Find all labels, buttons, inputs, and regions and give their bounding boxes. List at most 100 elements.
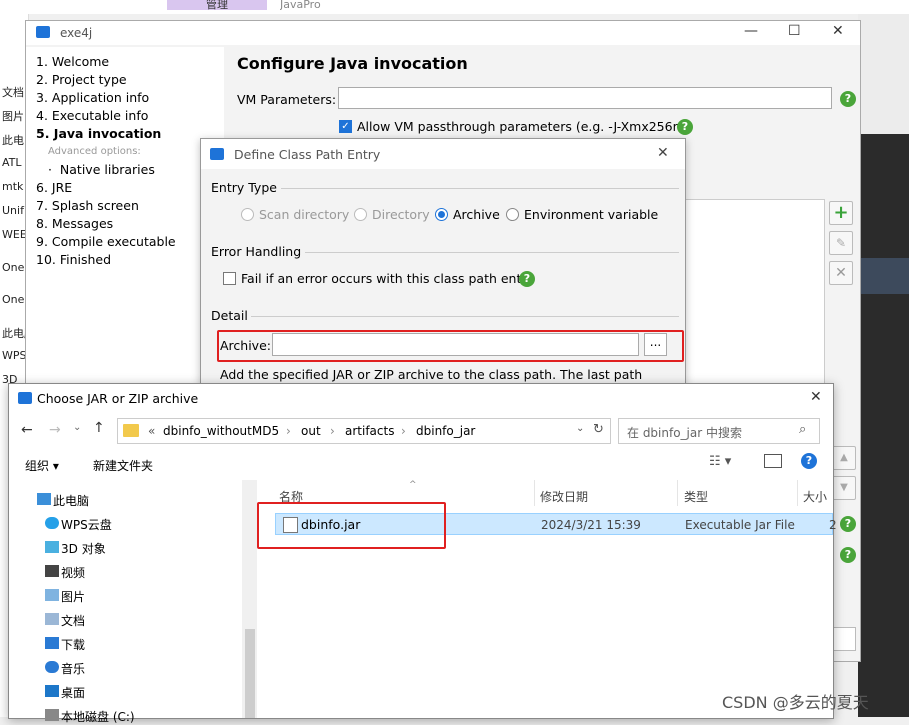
dialog-titlebar: Define Class Path Entry ✕ <box>201 139 685 169</box>
archive-description: Add the specified JAR or ZIP archive to … <box>220 367 643 382</box>
page-title: Configure Java invocation <box>237 54 468 73</box>
radio-environment-variable[interactable] <box>506 208 519 221</box>
refresh-icon[interactable]: ↻ <box>593 422 604 437</box>
close-icon[interactable]: ✕ <box>810 389 822 405</box>
breadcrumb-overflow[interactable]: « <box>148 424 155 438</box>
step-native-libraries[interactable]: · Native libraries <box>48 162 155 177</box>
close-icon[interactable]: ✕ <box>657 145 669 161</box>
define-class-path-entry-dialog: Define Class Path Entry ✕ Entry Type Sca… <box>200 138 686 386</box>
step-finished[interactable]: 10. Finished <box>36 252 111 267</box>
nav-wps-cloud[interactable]: WPS云盘 <box>45 516 112 533</box>
column-divider <box>797 480 798 506</box>
search-placeholder: 在 dbinfo_jar 中搜索 <box>627 426 742 440</box>
chevron-down-icon[interactable]: ⌄ <box>576 423 584 434</box>
allow-passthrough-checkbox[interactable]: ✓ <box>339 120 352 133</box>
edit-icon[interactable]: ✎ <box>829 231 853 255</box>
help-icon[interactable]: ? <box>840 91 856 107</box>
vm-parameters-input[interactable] <box>338 87 832 109</box>
up-icon[interactable]: ↑ <box>93 420 105 436</box>
background-tab-manage: 管理 <box>167 0 267 10</box>
partial-button[interactable] <box>832 627 856 651</box>
scrollbar-thumb[interactable] <box>245 629 255 718</box>
breadcrumb-item[interactable]: dbinfo_jar <box>416 424 475 438</box>
step-jre[interactable]: 6. JRE <box>36 180 72 195</box>
step-java-invocation[interactable]: 5. Java invocation <box>36 126 161 141</box>
address-bar[interactable]: « dbinfo_withoutMD5 › out › artifacts › … <box>117 418 611 444</box>
drive-icon <box>45 709 59 721</box>
close-icon[interactable]: ✕ <box>832 23 844 39</box>
dialog-title: Define Class Path Entry <box>234 147 381 162</box>
nav-this-pc[interactable]: 此电脑 <box>37 492 89 509</box>
help-icon[interactable]: ? <box>840 547 856 563</box>
nav-music-label: 音乐 <box>61 662 86 676</box>
add-icon[interactable]: + <box>829 201 853 225</box>
nav-music[interactable]: 音乐 <box>45 660 86 677</box>
search-icon[interactable]: ⌕ <box>799 422 806 437</box>
nav-3d-objects[interactable]: 3D 对象 <box>45 540 106 557</box>
step-application-info[interactable]: 3. Application info <box>36 90 149 105</box>
chevron-down-icon[interactable]: ⌄ <box>73 422 81 433</box>
new-folder-button[interactable]: 新建文件夹 <box>93 457 153 474</box>
folder-icon <box>123 424 139 437</box>
exe4j-app-icon <box>18 392 32 404</box>
view-options-icon[interactable]: ☷ ▾ <box>709 454 731 469</box>
bg-item: mtk <box>2 180 24 193</box>
breadcrumb-item[interactable]: out <box>301 424 321 438</box>
column-header-size[interactable]: 大小 <box>803 488 827 505</box>
radio-directory[interactable] <box>354 208 367 221</box>
desktop-icon <box>45 685 59 697</box>
radio-scan-directory[interactable] <box>241 208 254 221</box>
fail-on-error-label: Fail if an error occurs with this class … <box>241 271 534 286</box>
step-executable-info[interactable]: 4. Executable info <box>36 108 148 123</box>
fail-on-error-checkbox[interactable] <box>223 272 236 285</box>
column-divider <box>534 480 535 506</box>
organize-button[interactable]: 组织 ▾ <box>25 457 59 474</box>
nav-desktop[interactable]: 桌面 <box>45 684 85 701</box>
breadcrumb-item[interactable]: artifacts <box>345 424 394 438</box>
maximize-icon[interactable]: ☐ <box>788 23 801 39</box>
step-messages[interactable]: 8. Messages <box>36 216 113 231</box>
watermark: CSDN @多云的夏天 <box>722 693 869 712</box>
minimize-icon[interactable]: — <box>744 23 758 39</box>
forward-icon[interactable]: → <box>49 422 61 438</box>
preview-pane-icon[interactable] <box>764 454 782 468</box>
breadcrumb-item[interactable]: dbinfo_withoutMD5 <box>163 424 279 438</box>
radio-archive-label: Archive <box>453 207 500 222</box>
advanced-options-label: Advanced options: <box>48 146 141 157</box>
help-icon[interactable]: ? <box>801 453 817 469</box>
column-divider <box>677 480 678 506</box>
music-icon <box>45 661 59 673</box>
step-welcome[interactable]: 1. Welcome <box>36 54 109 69</box>
exe4j-titlebar: exe4j — ☐ ✕ <box>26 21 860 45</box>
radio-archive[interactable] <box>435 208 448 221</box>
exe4j-app-icon <box>36 26 50 38</box>
file-size: 2 <box>829 518 837 532</box>
nav-videos[interactable]: 视频 <box>45 564 85 581</box>
remove-icon[interactable]: ✕ <box>829 261 853 285</box>
help-icon[interactable]: ? <box>677 119 693 135</box>
archive-label: Archive: <box>220 338 271 353</box>
back-icon[interactable]: ← <box>21 422 33 438</box>
help-icon[interactable]: ? <box>840 516 856 532</box>
dialog-titlebar: Choose JAR or ZIP archive ✕ <box>9 384 833 412</box>
nav-local-disk-c-label: 本地磁盘 (C:) <box>61 710 135 724</box>
nav-downloads[interactable]: 下载 <box>45 636 85 653</box>
nav-documents[interactable]: 文档 <box>45 612 85 629</box>
move-up-icon[interactable]: ▲ <box>832 446 856 470</box>
move-down-icon[interactable]: ▼ <box>832 476 856 500</box>
column-header-modified[interactable]: 修改日期 <box>540 488 588 505</box>
sort-indicator-icon: ^ <box>409 480 417 490</box>
step-project-type[interactable]: 2. Project type <box>36 72 127 87</box>
bg-item: 此电 <box>2 134 24 147</box>
step-splash-screen[interactable]: 7. Splash screen <box>36 198 139 213</box>
nav-pictures[interactable]: 图片 <box>45 588 85 605</box>
archive-input[interactable] <box>272 333 639 356</box>
browse-button[interactable]: ... <box>644 333 667 356</box>
computer-icon <box>37 493 51 505</box>
help-icon[interactable]: ? <box>519 271 535 287</box>
step-compile-executable[interactable]: 9. Compile executable <box>36 234 176 249</box>
column-header-type[interactable]: 类型 <box>684 488 708 505</box>
search-input[interactable]: 在 dbinfo_jar 中搜索 ⌕ <box>618 418 820 444</box>
nav-3d-objects-label: 3D 对象 <box>61 542 106 556</box>
error-handling-label: Error Handling <box>211 244 302 259</box>
